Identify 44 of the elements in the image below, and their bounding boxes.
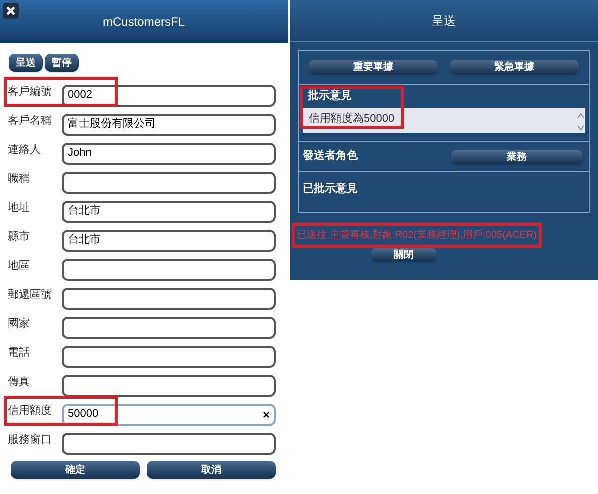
input-field[interactable] bbox=[62, 432, 276, 454]
field-label: 信用額度 bbox=[7, 404, 53, 419]
input-field[interactable]: 50000 × bbox=[62, 404, 276, 426]
field-label: 傳真 bbox=[7, 375, 31, 390]
dialog-title: 呈送 bbox=[432, 12, 456, 30]
priority-button[interactable]: 緊急單據 bbox=[450, 60, 579, 75]
field-label: 服務窗口 bbox=[7, 432, 53, 448]
field-label: 客戶編號 bbox=[7, 84, 53, 100]
comment-textarea[interactable]: 信用額度為50000 bbox=[303, 108, 585, 132]
input-field[interactable]: 台北市 bbox=[62, 200, 276, 222]
section-label: 發送者角色 bbox=[303, 148, 359, 164]
field-label: 國家 bbox=[7, 316, 31, 332]
field-label: 連絡人 bbox=[7, 143, 42, 158]
scroll-arrows-icon[interactable] bbox=[577, 110, 585, 132]
priority-button[interactable]: 重要單據 bbox=[309, 60, 438, 75]
clear-icon[interactable]: × bbox=[262, 406, 270, 424]
close-icon[interactable] bbox=[3, 3, 19, 19]
input-field[interactable]: 台北市 bbox=[62, 230, 276, 252]
toolbar-button[interactable]: 暫停 bbox=[45, 54, 79, 72]
field-label: 職稱 bbox=[7, 172, 31, 187]
input-field[interactable]: John bbox=[62, 142, 276, 164]
input-field[interactable] bbox=[62, 172, 276, 194]
role-button[interactable]: 業務 bbox=[451, 150, 583, 164]
input-field[interactable] bbox=[62, 288, 276, 310]
input-field[interactable]: 0002 bbox=[62, 84, 276, 106]
field-label: 地址 bbox=[7, 201, 31, 216]
input-field[interactable]: 富士股份有限公司 bbox=[62, 114, 276, 136]
field-label: 電話 bbox=[7, 346, 31, 361]
window-title: mCustomersFL bbox=[102, 14, 186, 30]
field-label: 客戶名稱 bbox=[7, 114, 53, 129]
input-field[interactable] bbox=[62, 258, 276, 280]
field-label: 縣市 bbox=[7, 230, 31, 245]
toolbar-button[interactable]: 呈送 bbox=[9, 54, 43, 72]
section-label: 已批示意見 bbox=[303, 182, 358, 194]
field-label: 地區 bbox=[7, 259, 31, 274]
input-field[interactable] bbox=[62, 374, 276, 396]
field-label: 郵遞區號 bbox=[7, 288, 53, 303]
form-button[interactable]: 確定 bbox=[11, 461, 140, 479]
form-button[interactable]: 取消 bbox=[147, 461, 276, 479]
close-button[interactable]: 關閉 bbox=[371, 248, 437, 262]
input-field[interactable] bbox=[62, 316, 276, 338]
status-message: 已送往 主管審核,對象:R02(業務經理),用戶:005(ACER) bbox=[292, 222, 542, 248]
section-label: 批示意見 bbox=[306, 88, 353, 104]
input-field[interactable] bbox=[62, 346, 276, 368]
